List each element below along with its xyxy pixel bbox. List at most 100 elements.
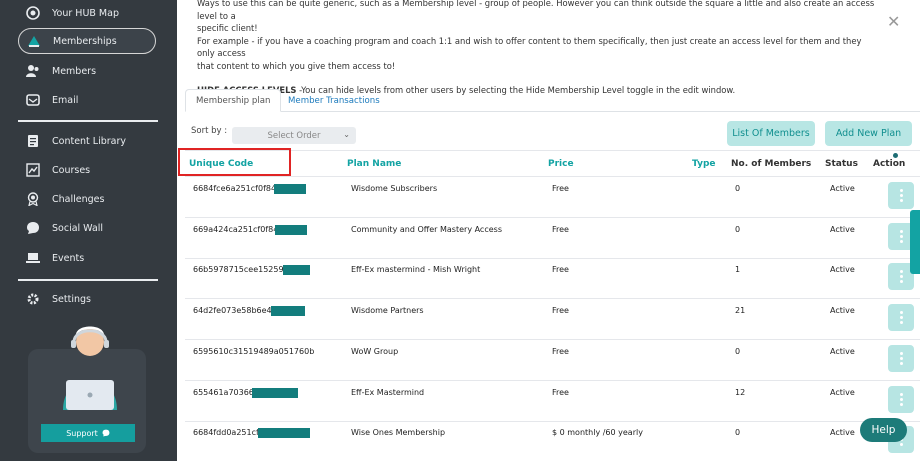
cell-plan: WoW Group [351,347,399,356]
cell-members: 0 [735,184,741,193]
table-row: 66b5978715cee15259ab Eff-Ex mastermind -… [185,258,920,299]
cell-plan: Wisdome Partners [351,306,424,315]
redaction-mask [271,306,305,316]
sort-label: Sort by : [191,126,228,136]
sidebar-item-label: Settings [52,293,91,305]
feedback-tab[interactable] [910,210,920,274]
col-plan-name[interactable]: Plan Name [347,159,401,169]
gear-icon [27,293,39,305]
cell-status: Active [830,347,855,356]
support-button[interactable]: Support [41,424,135,442]
sidebar-divider [18,120,158,122]
sidebar-item-challenges[interactable]: Challenges [18,186,156,212]
table-row: 655461a703668 Eff-Ex Mastermind Free 12 … [185,381,920,422]
cell-status: Active [830,184,855,193]
cell-code: 655461a703668 [193,388,259,397]
sort-select[interactable]: Select Order ⌄ [232,127,356,144]
redaction-mask [283,265,310,275]
close-icon[interactable]: ✕ [887,12,900,31]
col-status: Status [825,159,858,169]
col-no-of-members: No. of Members [731,159,812,169]
sidebar-item-memberships[interactable]: Memberships [18,28,156,54]
chart-icon [26,163,40,177]
triangle-icon [28,36,40,47]
col-price[interactable]: Price [548,159,574,169]
redaction-mask [274,184,306,194]
cell-plan: Wise Ones Membership [351,428,446,437]
cell-members: 0 [735,428,741,437]
sidebar-item-courses[interactable]: Courses [18,157,156,183]
award-icon [27,192,39,206]
col-action: Action [873,159,906,169]
cell-price: $ 0 monthly /60 yearly [552,428,643,437]
email-icon [26,94,40,106]
table-row: 6595610c31519489a051760b WoW Group Free … [185,340,920,381]
cell-status: Active [830,388,855,397]
highlight-box [178,148,291,176]
sidebar-item-events[interactable]: Events [18,245,156,271]
cell-status: Active [830,306,855,315]
laptop-icon [26,253,40,263]
row-actions-button[interactable] [888,345,914,372]
info-text: Ways to use this can be quite generic, s… [197,0,877,97]
sidebar-item-email[interactable]: Email [18,87,156,113]
cell-code: 66b5978715cee15259ab [193,265,294,274]
sidebar-item-label: Content Library [52,135,127,147]
info-line: Ways to use this can be quite generic, s… [197,0,875,21]
sidebar-item-label: Your HUB Map [52,7,119,19]
cell-plan: Wisdome Subscribers [351,184,438,193]
cell-code: 6684fdd0a251cf0 [193,428,264,437]
cell-members: 0 [735,347,741,356]
cell-members: 21 [735,306,746,315]
sidebar-item-members[interactable]: Members [18,58,156,84]
cell-code: 6684fce6a251cf0f84b [193,184,282,193]
tab-membership-plan[interactable]: Membership plan [185,89,282,112]
table-row: 6684fdd0a251cf0 Wise Ones Membership $ 0… [185,421,920,461]
cell-price: Free [552,184,569,193]
table-row: 669a424ca251cf0f84b Community and Offer … [185,218,920,259]
sidebar-item-your-hub-map[interactable]: Your HUB Map [18,0,156,26]
row-actions-button[interactable] [888,182,914,209]
sidebar-item-social-wall[interactable]: Social Wall [18,215,156,241]
sidebar-item-label: Challenges [52,193,105,205]
sidebar-item-label: Events [52,252,85,264]
support-button-label: Support [66,428,98,438]
cell-members: 0 [735,225,741,234]
chat-bubble-icon [27,222,39,234]
help-button[interactable]: Help [860,418,907,442]
info-line: specific client! [197,23,258,33]
redaction-mask [275,225,307,235]
table-row: 64d2fe073e58b6e43 Wisdome Partners Free … [185,299,920,340]
sidebar-item-label: Social Wall [52,222,104,234]
users-icon [26,65,39,77]
sort-select-value: Select Order [267,130,321,141]
row-actions-button[interactable] [888,304,914,331]
cell-code: 64d2fe073e58b6e43 [193,306,277,315]
cell-plan: Eff-Ex mastermind - Mish Wright [351,265,481,274]
cell-code: 669a424ca251cf0f84b [193,225,284,234]
info-line: For example - if you have a coaching pro… [197,35,862,59]
target-icon [26,6,40,20]
notification-dot [893,153,898,158]
info-line: that content to which you give them acce… [197,60,396,71]
redaction-mask [252,388,298,398]
cell-price: Free [552,347,569,356]
row-actions-button[interactable] [888,386,914,413]
cell-plan: Community and Offer Mastery Access [351,225,502,234]
sidebar-item-content-library[interactable]: Content Library [18,128,156,154]
cell-status: Active [830,225,855,234]
table-row: 6684fce6a251cf0f84b Wisdome Subscribers … [185,177,920,218]
chat-bubble-icon [102,429,110,437]
sidebar-item-settings[interactable]: Settings [18,286,156,312]
tab-member-transactions[interactable]: Member Transactions [278,89,390,112]
list-of-members-button[interactable]: List Of Members [727,121,815,146]
sidebar-divider [18,279,158,281]
support-agent-illustration [63,326,117,410]
chevron-down-icon: ⌄ [343,130,350,139]
col-type[interactable]: Type [692,159,715,169]
tab-bar: Membership plan Member Transactions [185,89,920,112]
cell-price: Free [552,265,569,274]
cell-status: Active [830,265,855,274]
add-new-plan-button[interactable]: Add New Plan [825,121,912,146]
